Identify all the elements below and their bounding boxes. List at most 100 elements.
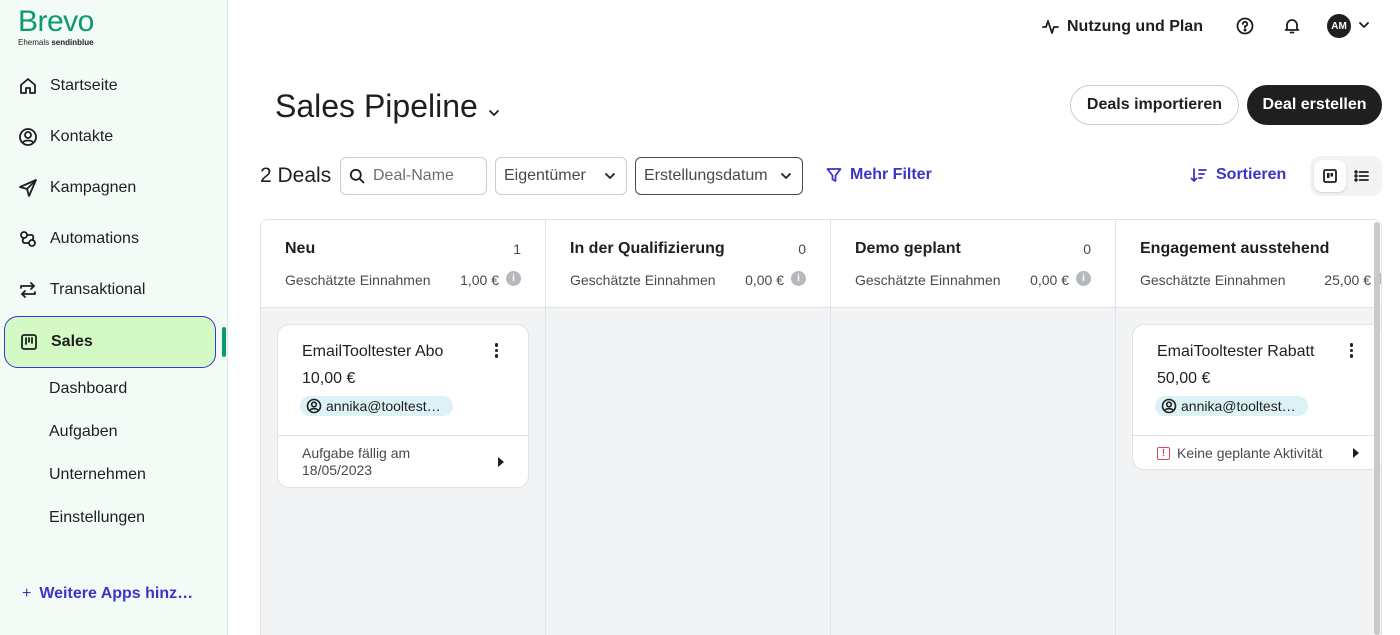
add-apps-link[interactable]: + Weitere Apps hinz… [22,585,193,603]
no-activity-text: Keine geplante Aktivität [1177,445,1323,461]
contact-tag[interactable]: annika@tooltest… [300,396,453,416]
deal-card[interactable]: EmailTooltester Abo 10,00 € annika@toolt… [277,324,529,488]
column-revenue-value: 0,00 € [1030,272,1069,288]
sidebar-item-label: Transaktional [50,281,146,298]
search-box[interactable] [340,157,487,195]
list-view-icon [1354,170,1369,182]
chevron-down-icon [605,173,615,179]
chevron-down-icon [781,173,791,179]
sidebar-item-label: Kontakte [50,128,114,145]
create-deal-button[interactable]: Deal erstellen [1247,85,1382,125]
no-activity: ! Keine geplante Aktivität [1157,445,1323,461]
info-icon[interactable]: i [1076,271,1091,286]
warning-icon: ! [1157,446,1170,460]
pipeline-column: In der Qualifizierung 0 Geschätzte Einna… [546,220,831,635]
column-body: EmaiTooltester Rabatt 50,00 € annika@too… [1116,308,1381,635]
info-icon[interactable]: i [506,271,521,286]
list-view-button[interactable] [1346,160,1378,192]
sidebar-item-label: Sales [51,333,93,350]
deal-card-main: EmailTooltester Abo 10,00 € annika@toolt… [278,325,528,436]
active-indicator [222,327,226,357]
column-count: 0 [1083,241,1091,257]
board-view-button[interactable] [1314,160,1346,192]
contact-email: annika@tooltest… [326,398,441,414]
column-header: In der Qualifizierung 0 Geschätzte Einna… [546,220,830,308]
sidebar-item-label: Startseite [50,77,118,94]
usage-plan-button[interactable]: Nutzung und Plan [1042,16,1203,38]
chevron-down-icon [488,90,500,127]
vertical-scrollbar[interactable] [1374,222,1380,635]
help-icon[interactable] [1235,16,1255,36]
chevron-down-icon[interactable] [1358,18,1370,36]
logo-wordmark: Brevo [18,5,94,38]
more-options-icon[interactable] [494,343,498,358]
contact-icon [1161,398,1177,414]
contact-icon [18,127,38,147]
owner-select-label: Eigentümer [504,167,586,184]
deal-card-footer[interactable]: Aufgabe fällig am 18/05/2023 [278,436,528,487]
column-revenue-label: Geschätzte Einnahmen [855,272,1001,288]
sidebar-item-kampagnen[interactable]: Kampagnen [4,163,216,213]
contact-tag[interactable]: annika@tooltest… [1155,396,1308,416]
sidebar-item-automations[interactable]: Automations [4,214,216,264]
search-icon [349,168,365,184]
sort-icon [1190,168,1207,182]
column-body [546,308,830,635]
sidebar-subitem-aufgaben[interactable]: Aufgaben [49,423,118,441]
add-apps-label: Weitere Apps hinz… [39,585,194,602]
sidebar-subitem-dashboard[interactable]: Dashboard [49,380,127,398]
send-icon [18,178,38,198]
transfer-icon [18,280,38,300]
sidebar-item-transaktional[interactable]: Transaktional [4,265,216,315]
deal-count: 2 Deals [260,164,332,187]
activity-icon [1042,20,1059,34]
deal-title: EmailTooltester Abo [302,343,444,360]
caret-right-icon [1353,448,1359,458]
board-view-icon [1323,169,1337,183]
deal-card-footer[interactable]: ! Keine geplante Aktivität [1133,436,1381,469]
deal-title: EmaiTooltester Rabatt [1157,343,1315,360]
deal-value: 10,00 € [302,370,356,387]
sidebar-item-sales[interactable]: Sales [4,316,216,368]
caret-right-icon [498,457,504,467]
sidebar: Brevo Ehemals sendinblue Startseite Kont… [0,0,228,635]
home-icon [18,76,38,96]
import-deals-button[interactable]: Deals importieren [1070,85,1239,125]
sidebar-item-kontakte[interactable]: Kontakte [4,112,216,162]
bell-icon[interactable] [1282,16,1302,36]
created-date-select[interactable]: Erstellungsdatum [635,157,803,195]
sidebar-subitem-einstellungen[interactable]: Einstellungen [49,509,145,527]
kanban-icon [19,332,39,352]
filter-icon [826,168,842,182]
sidebar-item-label: Automations [50,230,139,247]
pipeline-board: Neu 1 Geschätzte Einnahmen 1,00 € i Emai… [260,219,1382,635]
task-due-text: Aufgabe fällig am 18/05/2023 [302,445,411,478]
column-revenue-value: 1,00 € [460,272,499,288]
search-input[interactable] [373,167,483,185]
contact-email: annika@tooltest… [1181,398,1296,414]
page-title[interactable]: Sales Pipeline [275,86,500,127]
sidebar-item-label: Kampagnen [50,179,137,196]
sidebar-subitem-unternehmen[interactable]: Unternehmen [49,466,146,484]
page-title-text: Sales Pipeline [275,88,478,124]
deal-card-main: EmaiTooltester Rabatt 50,00 € annika@too… [1133,325,1381,436]
view-toggle [1310,156,1382,196]
sidebar-item-startseite[interactable]: Startseite [4,61,216,111]
pipeline-column: Engagement ausstehend 1 Geschätzte Einna… [1116,220,1381,635]
plus-icon: + [22,585,32,602]
pipeline-column: Neu 1 Geschätzte Einnahmen 1,00 € i Emai… [261,220,546,635]
sort-button[interactable]: Sortieren [1190,166,1286,184]
more-filters-button[interactable]: Mehr Filter [826,166,932,184]
sort-label: Sortieren [1216,166,1287,183]
column-body [831,308,1115,635]
info-icon[interactable]: i [791,271,806,286]
more-options-icon[interactable] [1349,343,1353,358]
column-header: Demo geplant 0 Geschätzte Einnahmen 0,00… [831,220,1115,308]
avatar[interactable]: AM [1327,14,1351,38]
automation-icon [18,229,38,249]
owner-select[interactable]: Eigentümer [495,157,627,195]
brevo-logo[interactable]: Brevo Ehemals sendinblue [18,6,94,48]
column-revenue-label: Geschätzte Einnahmen [285,272,431,288]
deal-card[interactable]: EmaiTooltester Rabatt 50,00 € annika@too… [1132,324,1381,470]
column-revenue-label: Geschätzte Einnahmen [570,272,716,288]
